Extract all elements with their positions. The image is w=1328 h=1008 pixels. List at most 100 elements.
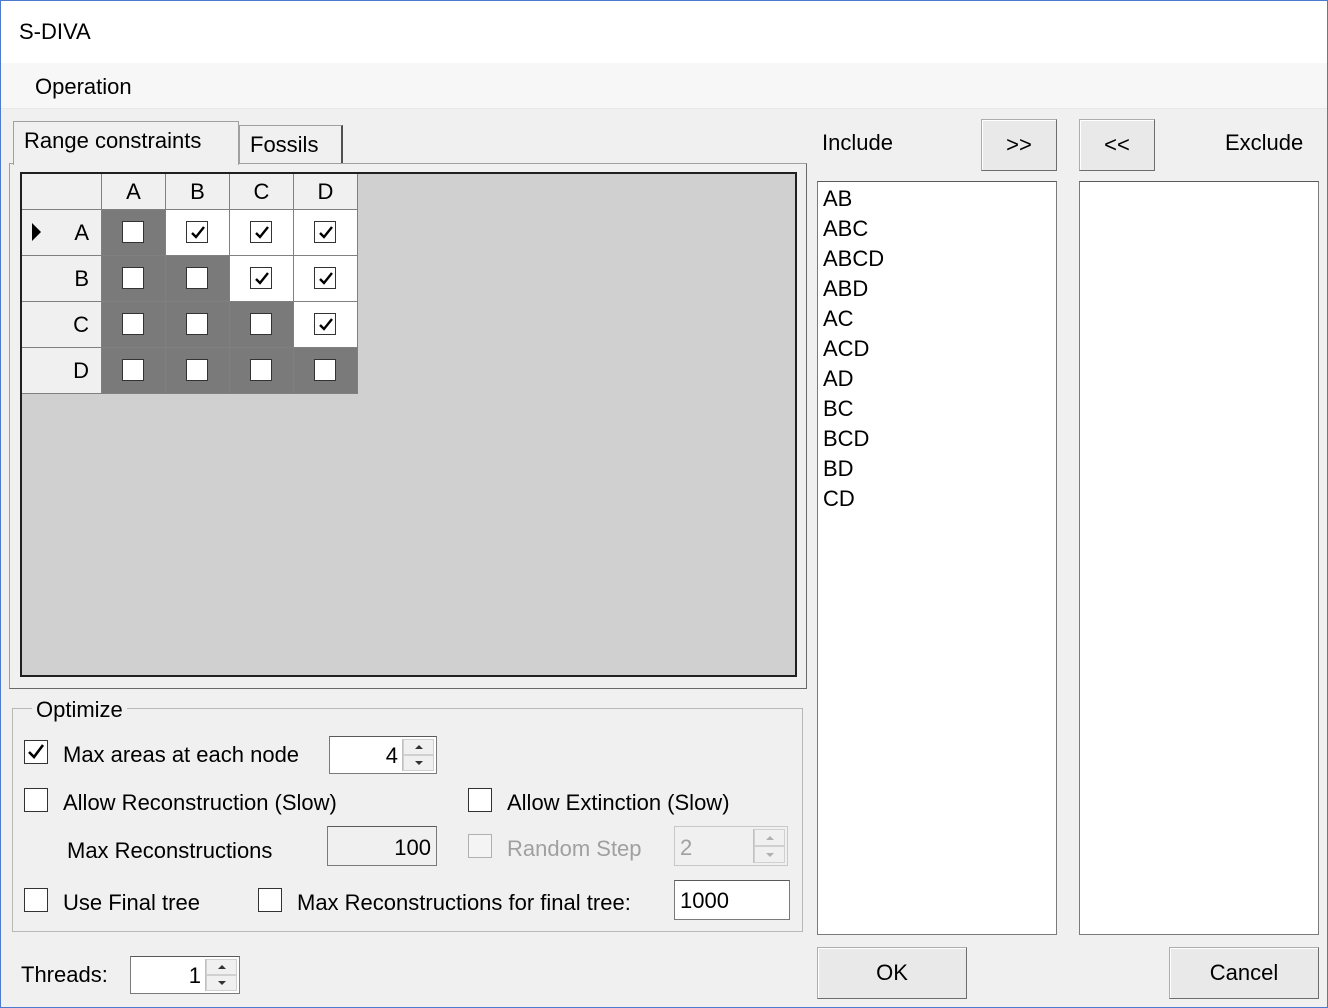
random-step-value: 2: [680, 835, 693, 860]
max-reconstructions-value: 100: [394, 835, 431, 860]
exclude-listbox[interactable]: [1079, 181, 1319, 935]
arrow-down-icon: [218, 981, 226, 985]
grid-column-header: A: [102, 174, 166, 210]
grid-cell[interactable]: [166, 256, 230, 302]
checkbox-checked[interactable]: [314, 313, 336, 335]
random-step-down[interactable]: [754, 846, 785, 863]
arrow-down-icon: [415, 761, 423, 765]
list-item[interactable]: ABD: [823, 276, 868, 302]
checkbox-checked[interactable]: [186, 221, 208, 243]
list-item[interactable]: AD: [823, 366, 854, 392]
menu-bar: Operation: [1, 63, 1327, 109]
grid-column-header: B: [166, 174, 230, 210]
grid-row-header[interactable]: A: [22, 210, 102, 256]
use-final-tree-checkbox[interactable]: [24, 888, 48, 912]
list-item[interactable]: AC: [823, 306, 854, 332]
window-title: S-DIVA: [19, 19, 91, 44]
exclude-move-button[interactable]: <<: [1079, 119, 1155, 171]
allow-extinction-checkbox[interactable]: [468, 788, 492, 812]
grid-cell[interactable]: [102, 256, 166, 302]
list-item[interactable]: ABC: [823, 216, 868, 242]
max-recon-final-checkbox[interactable]: [258, 888, 282, 912]
grid-cell[interactable]: [230, 302, 294, 348]
random-step-stepper[interactable]: 2: [674, 826, 788, 866]
ok-button[interactable]: OK: [817, 947, 967, 999]
threads-down[interactable]: [206, 975, 237, 991]
grid-cell[interactable]: [294, 256, 358, 302]
check-icon: [191, 226, 205, 239]
max-recon-final-field[interactable]: 1000: [674, 880, 790, 920]
checkbox-checked[interactable]: [314, 267, 336, 289]
range-constraints-grid: ABCDABCD: [20, 172, 797, 677]
max-areas-down[interactable]: [403, 755, 434, 771]
checkbox-checked[interactable]: [250, 267, 272, 289]
max-areas-up[interactable]: [403, 739, 434, 755]
random-step-label: Random Step: [507, 836, 642, 861]
checkbox-checked[interactable]: [314, 221, 336, 243]
checkbox-unchecked[interactable]: [122, 267, 144, 289]
grid-row-header[interactable]: C: [22, 302, 102, 348]
max-areas-spin[interactable]: [402, 739, 434, 771]
include-label: Include: [822, 130, 893, 155]
grid-cell[interactable]: [294, 348, 358, 394]
grid-cell[interactable]: [166, 210, 230, 256]
grid-cell[interactable]: [166, 348, 230, 394]
threads-stepper[interactable]: 1: [130, 956, 240, 994]
check-icon: [28, 744, 45, 759]
max-reconstructions-label: Max Reconstructions: [67, 838, 273, 863]
grid-cell[interactable]: [230, 256, 294, 302]
threads-value: 1: [188, 963, 201, 988]
grid-cell[interactable]: [230, 210, 294, 256]
row-indicator-icon: [32, 223, 41, 241]
list-item[interactable]: BCD: [823, 426, 869, 452]
max-reconstructions-field[interactable]: 100: [327, 826, 437, 866]
arrow-down-icon: [766, 853, 774, 857]
max-areas-stepper[interactable]: 4: [329, 736, 437, 774]
grid-row-label: C: [73, 312, 89, 337]
menu-item-operation[interactable]: Operation: [35, 74, 132, 100]
tab-range-constraints[interactable]: Range constraints: [13, 121, 239, 165]
threads-spin[interactable]: [205, 959, 237, 991]
grid-cell[interactable]: [166, 302, 230, 348]
grid-cell[interactable]: [102, 302, 166, 348]
list-item[interactable]: AB: [823, 186, 852, 212]
grid-cell[interactable]: [230, 348, 294, 394]
random-step-spin[interactable]: [753, 829, 785, 863]
max-recon-final-label: Max Reconstructions for final tree:: [297, 890, 631, 915]
checkbox-unchecked[interactable]: [314, 359, 336, 381]
grid-column-header: C: [230, 174, 294, 210]
checkbox-unchecked[interactable]: [122, 221, 144, 243]
random-step-up[interactable]: [754, 829, 785, 846]
random-step-checkbox[interactable]: [468, 834, 492, 858]
tab-fossils[interactable]: Fossils: [239, 125, 343, 163]
checkbox-unchecked[interactable]: [122, 313, 144, 335]
cancel-button[interactable]: Cancel: [1169, 947, 1319, 999]
grid-cell[interactable]: [102, 210, 166, 256]
include-move-button[interactable]: >>: [981, 119, 1057, 171]
allow-reconstruction-label: Allow Reconstruction (Slow): [63, 790, 337, 815]
allow-extinction-label: Allow Extinction (Slow): [507, 790, 730, 815]
max-areas-checkbox[interactable]: [24, 740, 48, 764]
grid-cell[interactable]: [102, 348, 166, 394]
list-item[interactable]: BD: [823, 456, 854, 482]
checkbox-unchecked[interactable]: [250, 313, 272, 335]
checkbox-unchecked[interactable]: [186, 267, 208, 289]
list-item[interactable]: CD: [823, 486, 855, 512]
list-item[interactable]: ACD: [823, 336, 869, 362]
allow-reconstruction-checkbox[interactable]: [24, 788, 48, 812]
grid-row-header[interactable]: D: [22, 348, 102, 394]
list-item[interactable]: ABCD: [823, 246, 884, 272]
exclude-label: Exclude: [1225, 130, 1304, 155]
checkbox-unchecked[interactable]: [250, 359, 272, 381]
list-item[interactable]: BC: [823, 396, 854, 422]
threads-up[interactable]: [206, 959, 237, 975]
checkbox-unchecked[interactable]: [186, 313, 208, 335]
include-listbox[interactable]: AB ABC ABCD ABD AC ACD AD BC BCD BD CD: [817, 181, 1057, 935]
grid-row-header[interactable]: B: [22, 256, 102, 302]
checkbox-unchecked[interactable]: [186, 359, 208, 381]
checkbox-checked[interactable]: [250, 221, 272, 243]
grid-cell[interactable]: [294, 210, 358, 256]
checkbox-unchecked[interactable]: [122, 359, 144, 381]
grid-cell[interactable]: [294, 302, 358, 348]
check-icon: [255, 226, 269, 239]
